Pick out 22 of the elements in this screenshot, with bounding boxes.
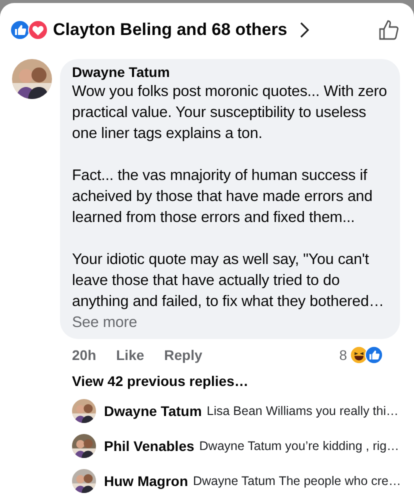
action-link[interactable]: Reply xyxy=(164,347,202,363)
chevron-right-icon[interactable] xyxy=(299,22,310,38)
heart-reaction-icon xyxy=(28,20,48,40)
comment-text: Your idiotic quote may as well say, "You can't leave those that have actually tried to do anything and failed, to fix what they bothered… See more xyxy=(72,250,385,333)
view-previous-replies-link[interactable]: View 42 previous replies… xyxy=(72,373,248,389)
reply-preview[interactable]: Lisa Bean Williams you really thi… xyxy=(206,404,399,418)
comment-text: Wow you folks post moronic quotes... With zero practical value. Your susceptibility to useless one liner tags explains a ton. xyxy=(72,82,388,144)
reply-author[interactable]: Dwayne Tatum xyxy=(104,402,202,418)
reply-preview[interactable]: Dwayne Tatum you’re kidding , rig… xyxy=(199,438,400,452)
reactors-link[interactable]: Clayton Beling and 68 others xyxy=(53,20,288,40)
timestamp: 20h xyxy=(72,347,96,363)
author-name[interactable]: Dwayne Tatum xyxy=(72,64,390,80)
see-more-link[interactable]: See more xyxy=(72,314,138,331)
reaction-count: 8 xyxy=(339,347,347,363)
reply-preview[interactable]: Dwayne Tatum The people who cre… xyxy=(193,474,401,488)
reply-author[interactable]: Huw Magron xyxy=(104,472,188,488)
thumbs-up-icon[interactable] xyxy=(378,19,400,41)
like-reaction-icon xyxy=(10,20,30,40)
comment-text: Fact... the vas mnajority of human success if acheived by those that have made errors and learned from those errors and fixed them... xyxy=(72,166,374,228)
reply-author[interactable]: Phil Venables xyxy=(104,438,194,454)
like-reaction-icon xyxy=(365,346,383,364)
action-link[interactable]: Like xyxy=(116,347,144,363)
